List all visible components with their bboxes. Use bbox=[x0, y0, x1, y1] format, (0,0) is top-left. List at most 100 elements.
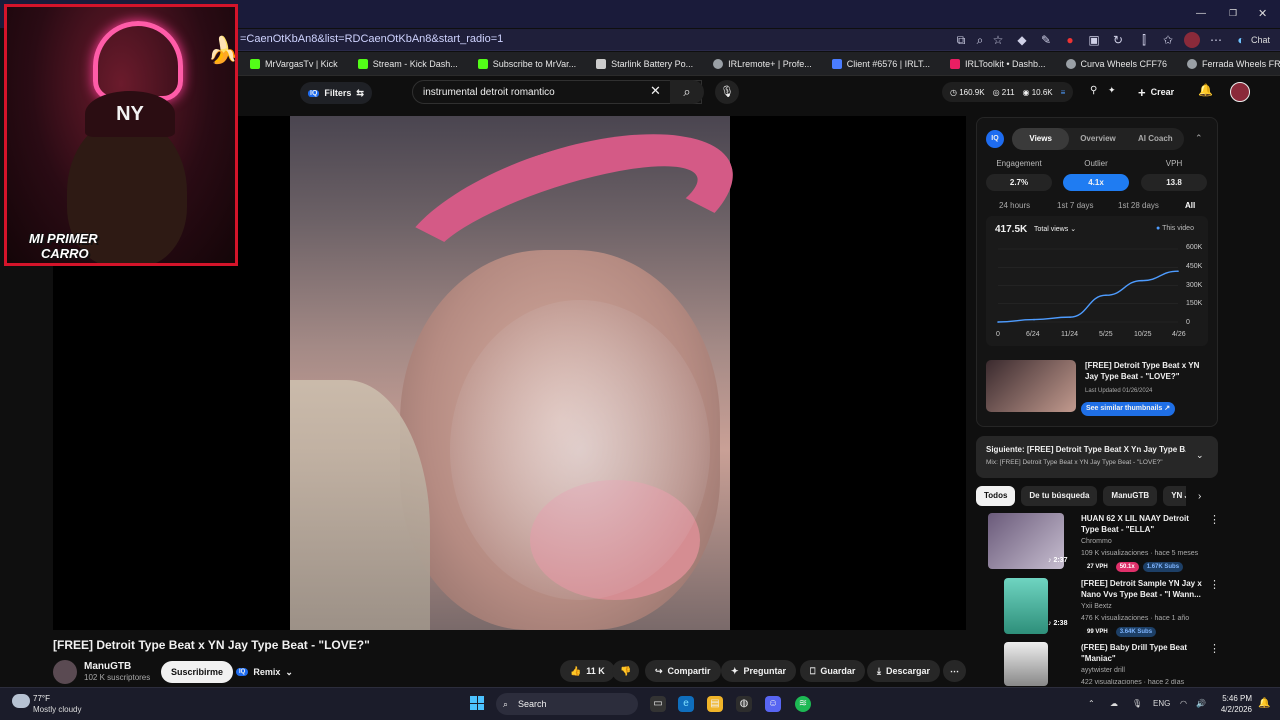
minimize-icon[interactable]: — bbox=[1196, 8, 1206, 19]
views-metric-select[interactable]: Total views ⌄ bbox=[1034, 225, 1076, 233]
file-explorer-icon[interactable]: ▤ bbox=[707, 696, 723, 712]
maximize-icon[interactable]: ❐ bbox=[1229, 8, 1237, 19]
spotify-icon[interactable]: ≋ bbox=[795, 696, 811, 712]
collapse-chevron-icon[interactable]: ⌃ bbox=[1195, 133, 1203, 144]
language-indicator[interactable]: ENG bbox=[1153, 699, 1170, 708]
url-text[interactable]: =CaenOtKbAn8&list=RDCaenOtKbAn8&start_ra… bbox=[240, 33, 503, 45]
views-data-point bbox=[1069, 316, 1071, 318]
weather-description[interactable]: Mostly cloudy bbox=[33, 705, 81, 714]
time-option[interactable]: 1st 7 days bbox=[1057, 201, 1093, 210]
account-avatar[interactable] bbox=[1230, 82, 1250, 102]
download-button[interactable]: ⤓ Descargar bbox=[867, 660, 941, 682]
extension-icon[interactable]: ● bbox=[1062, 32, 1078, 48]
rec-title[interactable]: HUAN 62 X LIL NAAY Detroit Type Beat - "… bbox=[1081, 513, 1205, 535]
clock-date[interactable]: 4/2/2026 bbox=[1212, 705, 1252, 714]
clock-time[interactable]: 5:46 PM bbox=[1222, 694, 1252, 703]
favorites-icon[interactable]: ✩ bbox=[1160, 32, 1176, 48]
metric-label: Outlier bbox=[1084, 159, 1108, 168]
extension-icon[interactable]: ▣ bbox=[1086, 32, 1102, 48]
rec-title[interactable]: (FREE) Baby Drill Type Beat "Maniac" bbox=[1081, 642, 1205, 664]
profile-avatar-icon[interactable] bbox=[1184, 32, 1200, 48]
notifications-bell-icon[interactable]: 🔔 bbox=[1198, 83, 1213, 97]
idea-icon[interactable]: ⚲ bbox=[1090, 85, 1097, 96]
bookmark-item[interactable]: IRLToolkit • Dashb... bbox=[938, 58, 1054, 69]
zoom-icon[interactable]: ⌕ bbox=[972, 32, 988, 48]
taskbar-search[interactable]: ⌕ Search bbox=[496, 693, 638, 715]
tray-overflow-icon[interactable]: ⌃ bbox=[1088, 699, 1095, 708]
save-button[interactable]: ⎕ Guardar bbox=[800, 660, 866, 682]
time-option[interactable]: 1st 28 days bbox=[1118, 201, 1159, 210]
bookmark-item[interactable]: IRLremote+ | Profe... bbox=[701, 58, 820, 69]
channel-name[interactable]: ManuGTB bbox=[84, 661, 131, 672]
more-icon[interactable]: ⋯ bbox=[1208, 32, 1224, 48]
rec-channel[interactable]: Yxii Bextz bbox=[1081, 603, 1112, 610]
share-button[interactable]: ↪ Compartir bbox=[645, 660, 721, 682]
chat-label[interactable]: Chat bbox=[1251, 35, 1270, 45]
cloud-icon[interactable] bbox=[12, 694, 30, 708]
time-option-active[interactable]: All bbox=[1185, 201, 1195, 210]
notification-icon[interactable]: 🔔 bbox=[1258, 698, 1270, 709]
chevron-right-icon[interactable]: › bbox=[1198, 491, 1201, 502]
dislike-button[interactable]: 👎 bbox=[612, 660, 640, 682]
subs-badge: 1.67K Subs bbox=[1142, 562, 1184, 572]
more-vertical-icon[interactable]: ⋮ bbox=[1209, 578, 1220, 591]
channel-avatar[interactable] bbox=[53, 660, 77, 684]
extension-icon[interactable]: ◆ bbox=[1014, 32, 1030, 48]
bookmark-item[interactable]: Starlink Battery Po... bbox=[584, 58, 701, 69]
volume-icon[interactable]: 🔊 bbox=[1196, 699, 1206, 708]
bookmark-item[interactable]: Stream - Kick Dash... bbox=[346, 58, 466, 69]
subscribe-button[interactable]: Suscribirme bbox=[161, 661, 234, 683]
tab-ai-coach[interactable]: AI Coach bbox=[1127, 128, 1184, 150]
chip-all[interactable]: Todos bbox=[976, 486, 1016, 506]
onedrive-icon[interactable]: ☁ bbox=[1110, 699, 1118, 708]
bookmark-item[interactable]: Subscribe to MrVar... bbox=[466, 58, 584, 69]
sparkle-icon[interactable]: ✦ bbox=[1108, 85, 1116, 96]
install-app-icon[interactable]: ⧉ bbox=[953, 32, 969, 48]
ask-button[interactable]: ✦ Preguntar bbox=[721, 660, 797, 682]
more-actions-button[interactable]: ⋯ bbox=[943, 660, 966, 682]
split-screen-icon[interactable]: ⫿ bbox=[1136, 32, 1152, 48]
voice-search-button[interactable]: 🎙 bbox=[715, 80, 739, 104]
bookmark-item[interactable]: Client #6576 | IRLT... bbox=[820, 58, 938, 69]
like-button[interactable]: 👍 11 K bbox=[560, 660, 615, 682]
app-icon[interactable]: ◍ bbox=[736, 696, 752, 712]
thumbnail-preview[interactable] bbox=[986, 360, 1076, 412]
discord-icon[interactable]: ☺ bbox=[765, 696, 781, 712]
time-option[interactable]: 24 hours bbox=[999, 201, 1030, 210]
copilot-icon[interactable]: ◐ bbox=[1233, 32, 1249, 48]
remix-button[interactable]: IQ Remix ⌄ bbox=[236, 663, 293, 681]
bookmark-item[interactable]: MrVargasTv | Kick bbox=[238, 58, 346, 69]
wifi-icon[interactable]: ◠ bbox=[1180, 699, 1187, 708]
next-up-panel[interactable] bbox=[976, 436, 1218, 478]
tab-overview[interactable]: Overview bbox=[1069, 128, 1126, 150]
channel-stats-pill[interactable]: ◷ 160.9K ◎ 211 ◉ 10.6K ≡ bbox=[942, 82, 1074, 102]
rec-title[interactable]: [FREE] Detroit Sample YN Jay x Nano Vvs … bbox=[1081, 578, 1205, 600]
windows-start-icon[interactable] bbox=[470, 696, 484, 710]
weather-temperature[interactable]: 77°F bbox=[33, 694, 50, 703]
rec-channel[interactable]: Chrommo bbox=[1081, 538, 1112, 545]
microphone-icon[interactable]: 🎙 bbox=[1132, 699, 1142, 708]
favorite-star-icon[interactable]: ☆ bbox=[990, 32, 1006, 48]
chevron-down-icon[interactable]: ⌄ bbox=[1196, 450, 1204, 461]
see-similar-thumbnails-button[interactable]: See similar thumbnails ↗ bbox=[1081, 402, 1176, 416]
more-vertical-icon[interactable]: ⋮ bbox=[1209, 642, 1220, 655]
rec-thumbnail[interactable] bbox=[1004, 642, 1048, 686]
chip-channel[interactable]: ManuGTB bbox=[1103, 486, 1158, 506]
chip-from-search[interactable]: De tu búsqueda bbox=[1021, 486, 1098, 506]
rec-thumbnail[interactable] bbox=[1004, 578, 1048, 634]
rec-channel[interactable]: ayytwister drill bbox=[1081, 667, 1125, 674]
search-button[interactable]: ⌕ bbox=[670, 80, 704, 104]
more-vertical-icon[interactable]: ⋮ bbox=[1209, 513, 1220, 526]
create-button[interactable]: + Crear bbox=[1138, 82, 1174, 102]
clear-search-icon[interactable]: ✕ bbox=[650, 83, 661, 99]
refresh-icon[interactable]: ↻ bbox=[1110, 32, 1126, 48]
bookmark-item[interactable]: Curva Wheels CFF76 bbox=[1054, 58, 1176, 69]
task-view-icon[interactable]: ▭ bbox=[650, 696, 666, 712]
filters-button[interactable]: IQ Filters ⇆ bbox=[300, 82, 372, 104]
edge-browser-icon[interactable]: e bbox=[678, 696, 694, 712]
tab-views[interactable]: Views bbox=[1012, 128, 1070, 150]
chip-artist[interactable]: YN Jay bbox=[1163, 486, 1186, 506]
close-icon[interactable]: ✕ bbox=[1258, 7, 1267, 20]
extension-icon[interactable]: ✎ bbox=[1038, 32, 1054, 48]
bookmark-item[interactable]: Ferrada Wheels FR9 bbox=[1175, 58, 1280, 69]
